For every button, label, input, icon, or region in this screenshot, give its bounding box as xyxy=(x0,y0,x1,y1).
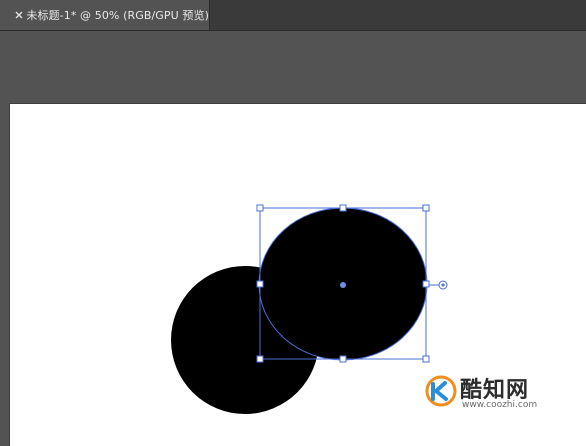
handle-top-center[interactable] xyxy=(339,204,347,212)
document-window: 未标题-1* @ 50% (RGB/GPU 预览) 酷知网 www.coozhi… xyxy=(0,0,586,446)
handle-top-right[interactable] xyxy=(422,204,430,212)
selection-center-point[interactable] xyxy=(340,282,346,288)
watermark: 酷知网 www.coozhi.com xyxy=(424,370,574,418)
handle-bottom-left[interactable] xyxy=(256,355,264,363)
handle-middle-right[interactable] xyxy=(422,280,430,288)
coozhi-logo-icon xyxy=(425,375,457,407)
handle-bottom-right[interactable] xyxy=(422,355,430,363)
handle-middle-left[interactable] xyxy=(256,280,264,288)
handle-bottom-center[interactable] xyxy=(339,355,347,363)
handle-top-left[interactable] xyxy=(256,204,264,212)
rotate-widget-icon[interactable] xyxy=(438,280,448,290)
watermark-url: www.coozhi.com xyxy=(462,400,538,410)
